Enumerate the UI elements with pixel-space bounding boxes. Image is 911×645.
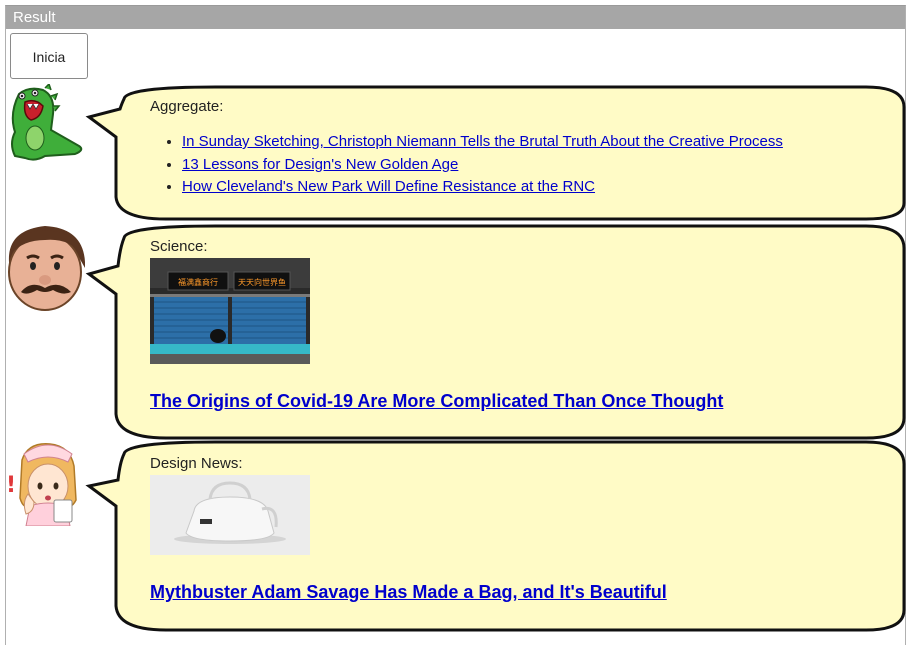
science-speech-bubble: Science: 福满鑫商行 天天向世界鱼 The Origins of Cov… xyxy=(85,224,906,440)
start-button[interactable]: Inicia xyxy=(10,33,88,79)
article-link[interactable]: 13 Lessons for Design's New Golden Age xyxy=(182,156,458,173)
science-label: Science: xyxy=(150,238,208,255)
aggregate-label: Aggregate: xyxy=(150,98,224,115)
mustache-man-avatar-icon xyxy=(5,224,89,312)
article-link[interactable]: In Sunday Sketching, Christoph Niemann T… xyxy=(182,133,783,150)
dinosaur-avatar-icon xyxy=(5,82,89,162)
list-item: 13 Lessons for Design's New Golden Age xyxy=(182,154,886,177)
article-link[interactable]: How Cleveland's New Park Will Define Res… xyxy=(182,178,595,195)
design-news-speech-bubble: Design News: Mythbuster Adam Savage Has … xyxy=(85,440,906,632)
design-headline-link[interactable]: Mythbuster Adam Savage Has Made a Bag, a… xyxy=(150,582,667,602)
white-bag-image xyxy=(150,475,310,555)
list-item: In Sunday Sketching, Christoph Niemann T… xyxy=(182,131,886,154)
shuttered-shop-image: 福满鑫商行 天天向世界鱼 xyxy=(150,258,310,364)
science-headline-link[interactable]: The Origins of Covid-19 Are More Complic… xyxy=(150,391,723,411)
design-news-label: Design News: xyxy=(150,455,243,472)
nurse-avatar-icon: ! xyxy=(4,440,92,527)
aggregate-link-list: In Sunday Sketching, Christoph Niemann T… xyxy=(150,131,886,199)
shop-sign-right: 天天向世界鱼 xyxy=(238,277,286,287)
svg-text:!: ! xyxy=(6,473,16,498)
shop-sign-left: 福满鑫商行 xyxy=(178,277,218,287)
aggregate-speech-bubble: Aggregate: In Sunday Sketching, Christop… xyxy=(85,85,906,221)
list-item: How Cleveland's New Park Will Define Res… xyxy=(182,176,886,199)
window-title: Result xyxy=(6,6,905,29)
